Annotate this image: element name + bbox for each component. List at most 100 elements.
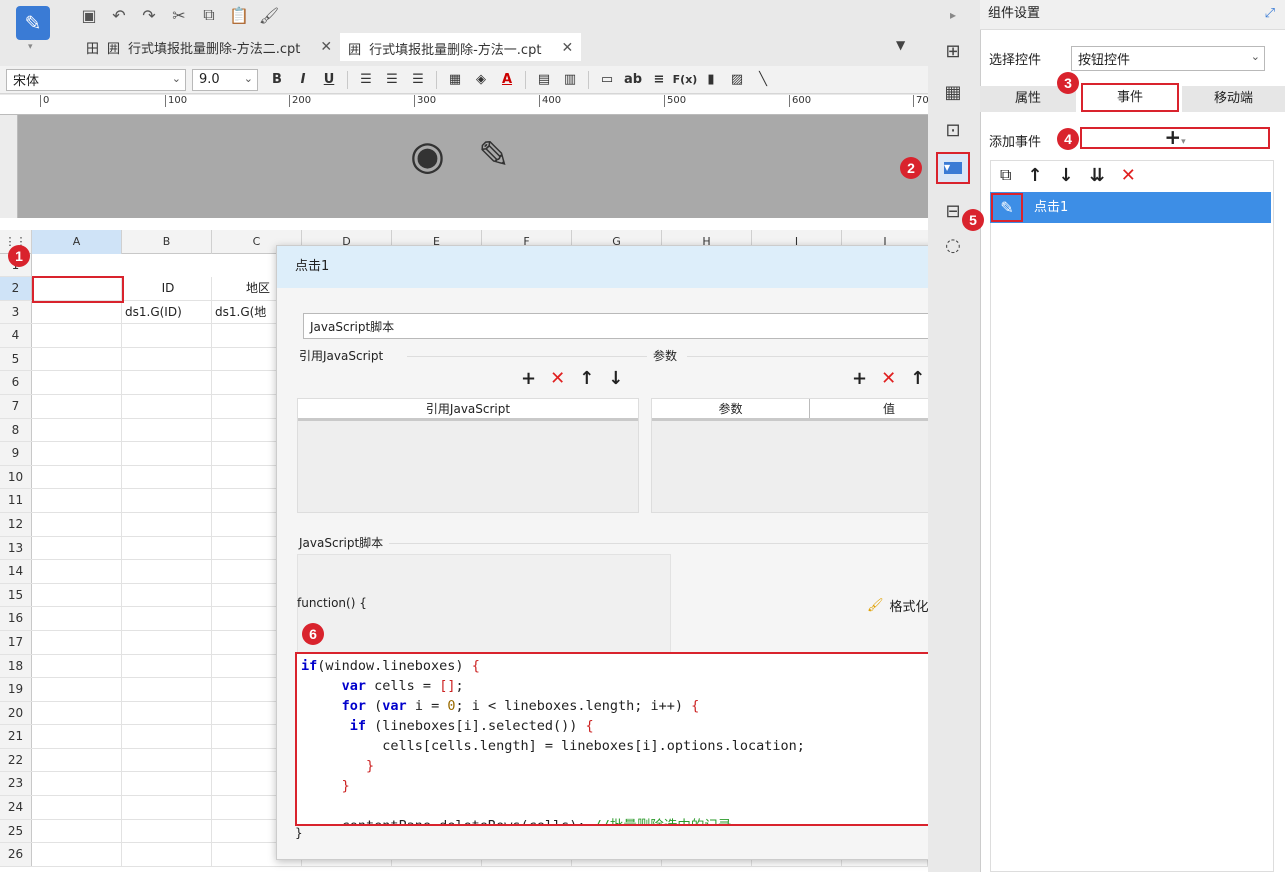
row-header[interactable]: 15 [0, 583, 32, 607]
grid-cell[interactable] [32, 560, 122, 583]
grid-cell[interactable] [32, 748, 122, 772]
arrow-down-icon[interactable]: ↓ [1059, 165, 1074, 186]
row-header[interactable]: 3 [0, 300, 32, 324]
grid-cell[interactable] [122, 418, 212, 442]
close-icon[interactable]: ✕ [320, 39, 332, 55]
row-header[interactable]: 10 [0, 465, 32, 489]
grid-cell[interactable] [32, 418, 122, 442]
grid-cell[interactable] [122, 796, 212, 819]
grid-cell[interactable] [122, 654, 212, 678]
paragraph-icon[interactable]: ≡ [648, 69, 670, 91]
parameter-pane[interactable] [18, 115, 928, 218]
event-type-select[interactable]: JavaScript脚本⌄ [303, 313, 965, 339]
column-header-a[interactable]: A [32, 230, 122, 254]
logo-dropdown-icon[interactable]: ▾ [28, 42, 33, 52]
tab-mobile[interactable]: 移动端 [1182, 86, 1285, 112]
frame-icon[interactable]: ⊡ [936, 115, 970, 145]
add-icon[interactable]: + [852, 368, 867, 389]
delete-icon[interactable]: ✕ [550, 368, 565, 389]
grid-cell[interactable] [122, 701, 212, 725]
collapse-icon[interactable]: ⤢ [1265, 0, 1275, 28]
row-header[interactable]: 18 [0, 654, 32, 678]
row-header[interactable]: 23 [0, 772, 32, 796]
row-header[interactable]: 21 [0, 725, 32, 748]
grid-cell[interactable] [122, 607, 212, 630]
row-header[interactable]: 24 [0, 796, 32, 819]
grid-cell[interactable] [122, 371, 212, 394]
add-icon[interactable]: + [521, 368, 536, 389]
row-header[interactable]: 11 [0, 489, 32, 512]
add-event-button[interactable]: +▾ [1080, 127, 1270, 149]
grid-cell[interactable] [32, 324, 122, 347]
textfield-icon[interactable]: ▭ [596, 69, 618, 91]
grid-cell[interactable] [32, 678, 122, 701]
grid-cell[interactable] [122, 748, 212, 772]
align-right-icon[interactable]: ☰ [407, 69, 429, 91]
border-icon[interactable]: ▦ [444, 69, 466, 91]
format-brush-icon[interactable]: 🖌 [258, 4, 280, 26]
grid-cell[interactable] [32, 654, 122, 678]
cell-attribute-icon[interactable]: ▦ [936, 77, 970, 107]
grid-cell[interactable] [32, 843, 122, 866]
table-icon[interactable]: ▥ [559, 69, 581, 91]
grid-cell[interactable] [122, 347, 212, 371]
grid-cell[interactable] [32, 371, 122, 394]
grid-cell[interactable] [122, 442, 212, 465]
params-table[interactable]: 参数值 [651, 398, 969, 513]
row-header[interactable]: 2 [0, 277, 32, 300]
grid-cell[interactable] [32, 347, 122, 371]
fill-color-icon[interactable]: ◈ [470, 69, 492, 91]
row-header[interactable]: 9 [0, 442, 32, 465]
grid-cell[interactable] [32, 536, 122, 560]
font-family-select[interactable]: 宋体 ⌄ [6, 68, 186, 91]
grid-cell[interactable] [122, 772, 212, 796]
paste-icon[interactable]: 📋 [228, 4, 250, 26]
edit-event-icon[interactable]: ✎ [991, 193, 1023, 222]
grid-cell[interactable] [32, 394, 122, 418]
delete-icon[interactable]: ✕ [881, 368, 896, 389]
widget-type-select[interactable]: 按钮控件 ⌄ [1071, 46, 1265, 71]
row-header[interactable]: 13 [0, 536, 32, 560]
cut-icon[interactable]: ✂ [168, 4, 190, 26]
row-header[interactable]: 5 [0, 347, 32, 371]
row-header[interactable]: 8 [0, 418, 32, 442]
row-header[interactable]: 25 [0, 819, 32, 843]
tab-menu-icon[interactable]: ▼ [896, 38, 905, 52]
row-header[interactable]: 16 [0, 607, 32, 630]
text-icon[interactable]: ab [622, 69, 644, 91]
row-header[interactable]: 7 [0, 394, 32, 418]
code-editor[interactable]: if(window.lineboxes) { var cells = []; f… [295, 652, 969, 826]
arrow-up-icon[interactable]: ↑ [579, 368, 594, 389]
copy-icon[interactable]: ⧉ [1000, 165, 1011, 186]
close-icon[interactable]: ✕ [561, 40, 573, 56]
column-header-b[interactable]: B [122, 230, 212, 254]
grid-cell[interactable] [32, 489, 122, 512]
row-header[interactable]: 22 [0, 748, 32, 772]
grid-cell[interactable] [32, 583, 122, 607]
hide-eye-icon[interactable]: ◉ [410, 133, 445, 179]
widget-settings-icon[interactable]: ▼ [936, 152, 970, 184]
image-icon[interactable]: ▨ [726, 69, 748, 91]
collapse-arrow-icon[interactable]: ▸ [936, 0, 970, 30]
arrow-up-icon[interactable]: ↑ [1027, 165, 1042, 186]
align-left-icon[interactable]: ☰ [355, 69, 377, 91]
app-logo-icon[interactable]: ✎ [16, 6, 50, 40]
line-icon[interactable]: ╲ [752, 69, 774, 91]
copy-icon[interactable]: ⧉ [198, 4, 220, 26]
arrow-up-icon[interactable]: ↑ [910, 368, 925, 389]
row-header[interactable]: 26 [0, 843, 32, 866]
move-bottom-icon[interactable]: ⇊ [1090, 165, 1105, 186]
grid-cell[interactable] [122, 489, 212, 512]
underline-button[interactable]: U [318, 69, 340, 91]
row-header[interactable]: 20 [0, 701, 32, 725]
row-header[interactable]: 19 [0, 678, 32, 701]
tab-events[interactable]: 事件 [1081, 83, 1179, 112]
redo-icon[interactable]: ↷ [138, 4, 160, 26]
ref-js-table[interactable]: 引用JavaScript [297, 398, 639, 513]
tab-method-two[interactable]: 田 囲 行式填报批量删除-方法二.cpt ✕ [78, 33, 340, 61]
grid-cell[interactable] [122, 678, 212, 701]
grid-cell[interactable] [122, 560, 212, 583]
grid-cell[interactable] [122, 512, 212, 536]
undo-icon[interactable]: ↶ [108, 4, 130, 26]
bold-button[interactable]: B [266, 69, 288, 91]
